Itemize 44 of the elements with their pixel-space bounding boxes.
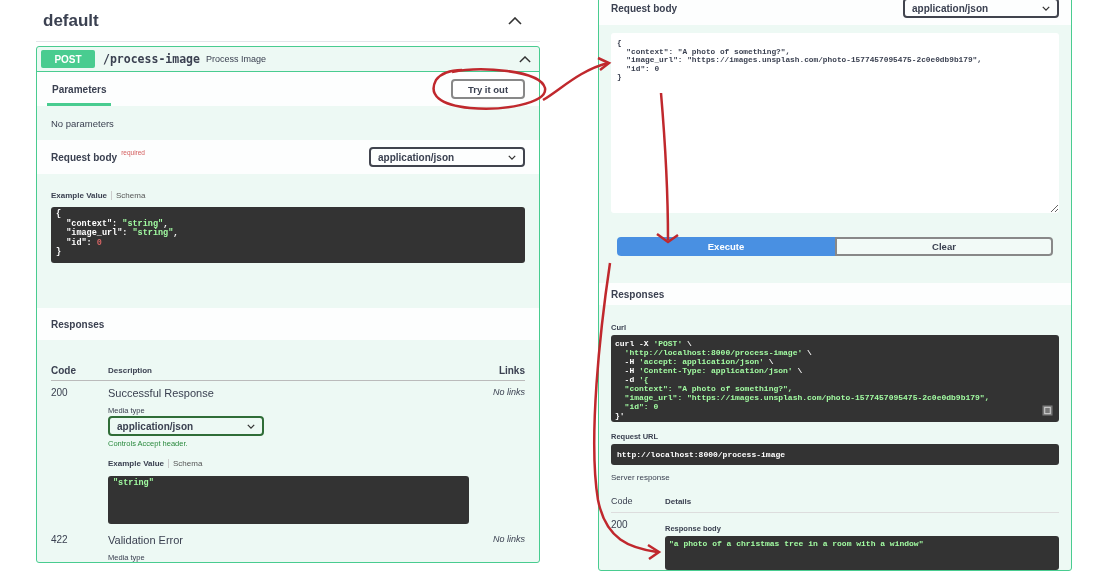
links-text: No links <box>492 387 525 399</box>
example-tab[interactable]: Schema <box>168 458 207 468</box>
column-header: Details <box>665 496 692 506</box>
request-body-label: Request body <box>611 2 678 14</box>
collapse-icon[interactable] <box>508 16 522 25</box>
column-header: Description <box>108 365 153 375</box>
request-url-field: http://localhost:8000/process-image <box>611 444 1059 465</box>
column-header: Code <box>611 496 634 506</box>
parameters-tab[interactable]: Parameters <box>47 72 112 106</box>
try-it-out-button[interactable]: Try it out <box>451 79 525 99</box>
responses-heading: Responses <box>611 288 665 300</box>
status-code: 422 <box>51 534 69 547</box>
example-code-block: { "context": "string", "image_url": "string", "id": 0 } <box>51 207 525 263</box>
endpoint-path: /process-image <box>103 52 200 66</box>
example-tab[interactable]: Example Value <box>51 190 112 200</box>
example-tab[interactable]: Schema <box>111 190 150 200</box>
response-description: Validation Error <box>108 534 184 546</box>
column-header: Code <box>51 364 77 376</box>
caret-icon <box>508 154 516 160</box>
method-badge: POST <box>41 50 95 68</box>
curl-code-block: curl -X 'POST' \ 'http://localhost:8000/process-image' \ -H 'accept: application/json' \ -H 'Content-Type: application/json' \ -d '{ "context": "A photo of something?", "image_url": "https://images.unsplash.com/photo-1577457095475-2c0e0db9b179", "id": 0 }' <box>611 335 1059 422</box>
request-body-label: Request body <box>51 151 118 163</box>
caret-icon <box>1042 5 1050 11</box>
response-description: Successful Response <box>108 387 215 399</box>
endpoint-summary: Process Image <box>205 54 266 64</box>
status-code: 200 <box>611 519 629 532</box>
no-parameters-text: No parameters <box>51 117 114 129</box>
section-title: default <box>43 10 99 31</box>
column-header: Links <box>497 364 525 376</box>
example-tab[interactable]: Example Value <box>108 458 169 468</box>
links-text: No links <box>492 534 525 546</box>
clear-button[interactable]: Clear <box>835 237 1053 256</box>
annotation-arrow <box>542 56 612 102</box>
example-code-block: "string" <box>108 476 469 524</box>
caret-icon <box>247 423 255 429</box>
responses-heading: Responses <box>51 318 105 330</box>
media-type-select[interactable]: application/json <box>903 0 1059 18</box>
status-code: 200 <box>51 387 69 400</box>
collapse-icon[interactable] <box>519 55 531 63</box>
server-response-label: Server response <box>611 473 671 482</box>
response-body-block: "a photo of a christmas tree in a room with a window" <box>665 536 1059 570</box>
media-type-select[interactable]: application/json <box>108 416 264 436</box>
media-type-select[interactable]: application/json <box>369 147 525 167</box>
copy-icon[interactable] <box>1042 405 1053 416</box>
